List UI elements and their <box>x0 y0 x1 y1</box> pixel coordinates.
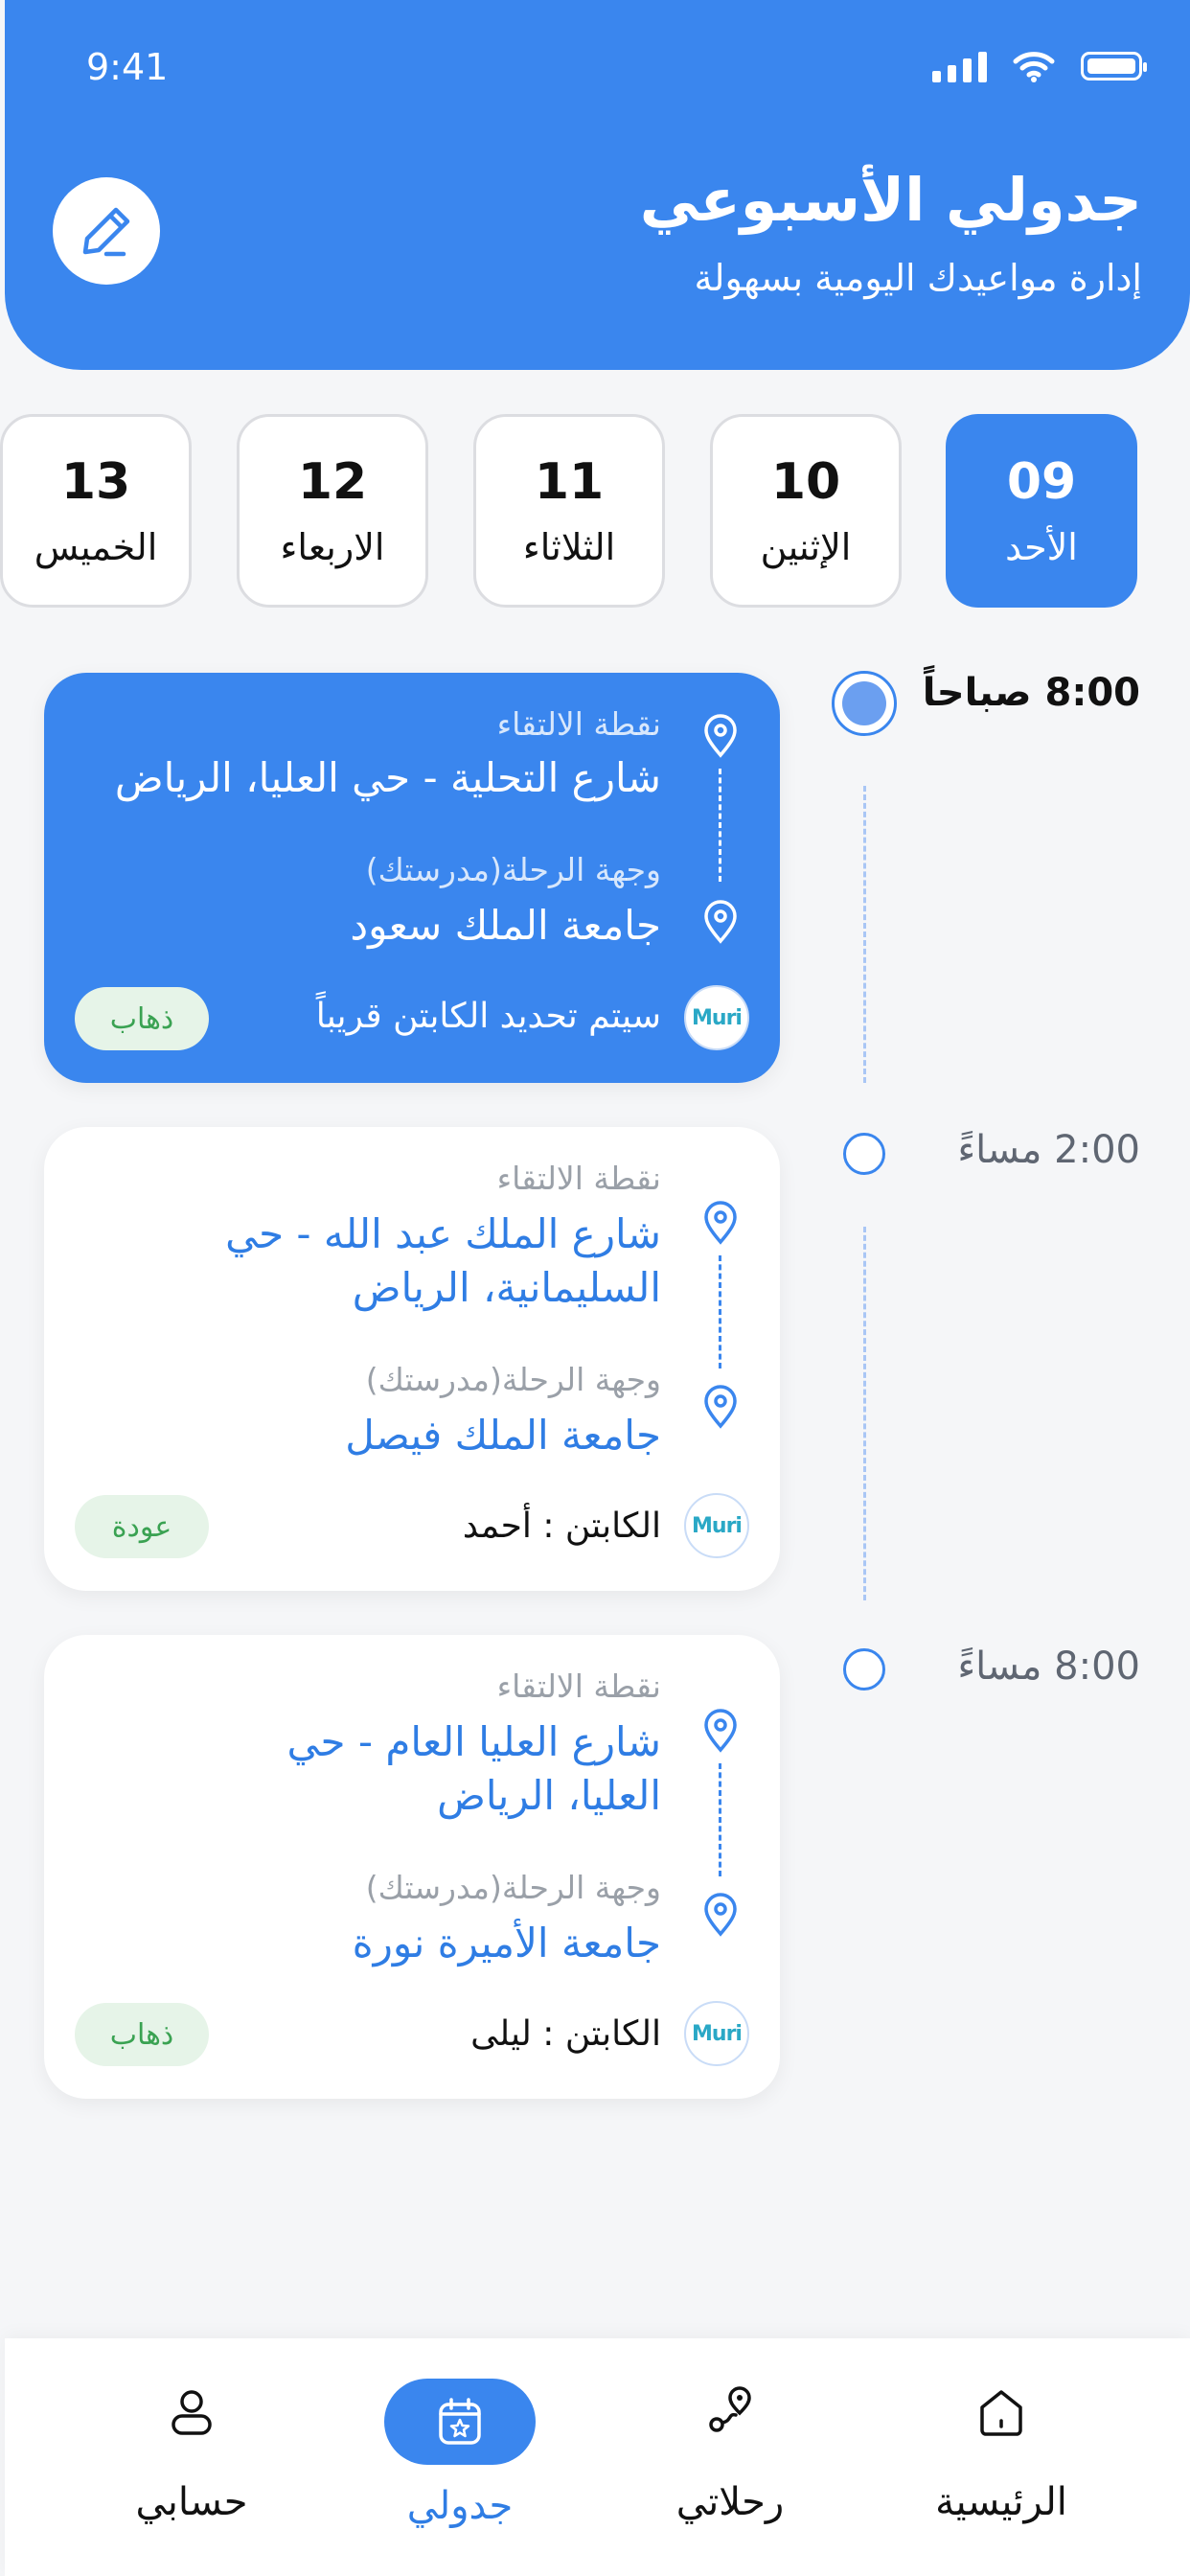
day-number: 10 <box>770 453 841 511</box>
timeline-line <box>863 786 866 1083</box>
battery-icon <box>1081 52 1147 80</box>
edit-button[interactable] <box>53 177 160 285</box>
timeline-dot <box>843 1133 885 1175</box>
status-time: 9:41 <box>86 46 169 88</box>
nav-label: جدولي <box>406 2484 514 2528</box>
wifi-icon <box>1013 52 1055 82</box>
header: 9:41 جدولي الأسبوعي إدارة مواعيدك اليومي… <box>5 0 1190 370</box>
day-name: الإثنين <box>760 526 852 568</box>
trip-card[interactable]: نقطة الالتقاء شارع العليا العام - حي الع… <box>44 1635 780 2099</box>
status-icons <box>932 50 1147 82</box>
day-tab-monday[interactable]: 10 الإثنين <box>710 414 902 608</box>
pickup-label: نقطة الالتقاء <box>496 1668 661 1705</box>
nav-item-home[interactable]: الرئيسية <box>896 2338 1107 2576</box>
destination-label: وجهة الرحلة(مدرستك) <box>365 1361 661 1398</box>
day-selector: 09 الأحد 10 الإثنين 11 الثلاثاء 12 الارب… <box>0 414 1190 608</box>
time-label: 2:00 مساءً <box>957 1128 1140 1172</box>
pickup-address: شارع التحلية - حي العليا، الرياض <box>114 754 661 801</box>
day-number: 09 <box>1006 453 1077 511</box>
destination-name: جامعة الملك سعود <box>350 902 661 949</box>
company-logo: Muri <box>684 1493 749 1558</box>
pencil-icon <box>82 207 130 257</box>
day-number: 11 <box>534 453 605 511</box>
location-pin-icon <box>704 1893 737 1937</box>
time-label: 8:00 صباحاً <box>922 671 1140 715</box>
destination-name: جامعة الأميرة نورة <box>352 1920 661 1966</box>
captain-name: الكابتن : ليلى <box>470 2014 661 2054</box>
day-name: الخميس <box>34 526 158 568</box>
page-subtitle: إدارة مواعيدك اليومية بسهولة <box>694 257 1143 299</box>
day-tab-thursday[interactable]: 13 الخميس <box>0 414 192 608</box>
location-pin-icon <box>704 1385 737 1429</box>
page-title: جدولي الأسبوعي <box>639 165 1142 235</box>
calendar-icon <box>439 2398 481 2445</box>
pickup-address: شارع العليا العام - حي العليا، الرياض <box>286 1718 662 1819</box>
pickup-address: شارع الملك عبد الله - حي السليمانية، الر… <box>225 1210 661 1311</box>
home-icon <box>980 2390 1022 2436</box>
day-tab-tuesday[interactable]: 11 الثلاثاء <box>473 414 665 608</box>
captain-name: سيتم تحديد الكابتن قريباً <box>315 997 661 1036</box>
location-pin-icon <box>704 1201 737 1245</box>
route-icon <box>709 2386 751 2432</box>
route-line <box>719 1255 721 1368</box>
day-name: الاربعاء <box>280 526 385 568</box>
nav-item-account[interactable]: حسابي <box>86 2338 297 2576</box>
destination-name: جامعة الملك فيصل <box>345 1412 661 1459</box>
trip-card[interactable]: نقطة الالتقاء شارع الملك عبد الله - حي ا… <box>44 1127 780 1591</box>
trip-type-badge: ذهاب <box>75 987 209 1050</box>
destination-label: وجهة الرحلة(مدرستك) <box>365 851 661 888</box>
pickup-label: نقطة الالتقاء <box>496 1160 661 1197</box>
signal-icon <box>932 50 987 82</box>
location-pin-icon <box>704 1709 737 1753</box>
trip-card[interactable]: نقطة الالتقاء شارع التحلية - حي العليا، … <box>44 673 780 1083</box>
timeline-dot <box>843 1648 885 1690</box>
nav-label: حسابي <box>135 2480 248 2524</box>
trip-type-badge: عودة <box>75 1495 209 1558</box>
company-logo: Muri <box>684 2001 749 2066</box>
user-icon <box>172 2390 212 2435</box>
trip-type-badge: ذهاب <box>75 2003 209 2066</box>
nav-item-schedule[interactable]: جدولي <box>355 2338 565 2576</box>
nav-label: رحلاتي <box>675 2480 785 2524</box>
day-tab-wednesday[interactable]: 12 الاربعاء <box>237 414 428 608</box>
timeline-dot-active <box>832 671 897 736</box>
day-number: 12 <box>297 453 368 511</box>
timeline-line <box>863 1227 866 1600</box>
time-label: 8:00 مساءً <box>957 1644 1140 1689</box>
nav-label: الرئيسية <box>935 2480 1067 2524</box>
day-number: 13 <box>60 453 131 511</box>
location-pin-icon <box>704 900 737 944</box>
location-pin-icon <box>704 714 737 758</box>
destination-label: وجهة الرحلة(مدرستك) <box>365 1869 661 1906</box>
bottom-nav: حسابي جدولي رحلاتي الرئيسية <box>5 2338 1190 2576</box>
company-logo: Muri <box>684 985 749 1050</box>
day-name: الأحد <box>1005 526 1078 568</box>
day-tab-sunday[interactable]: 09 الأحد <box>946 414 1137 608</box>
captain-name: الكابتن : أحمد <box>462 1506 661 1546</box>
pickup-label: نقطة الالتقاء <box>496 705 661 743</box>
nav-item-trips[interactable]: رحلاتي <box>625 2338 835 2576</box>
day-name: الثلاثاء <box>522 526 616 568</box>
route-line <box>719 769 721 882</box>
route-line <box>719 1763 721 1876</box>
